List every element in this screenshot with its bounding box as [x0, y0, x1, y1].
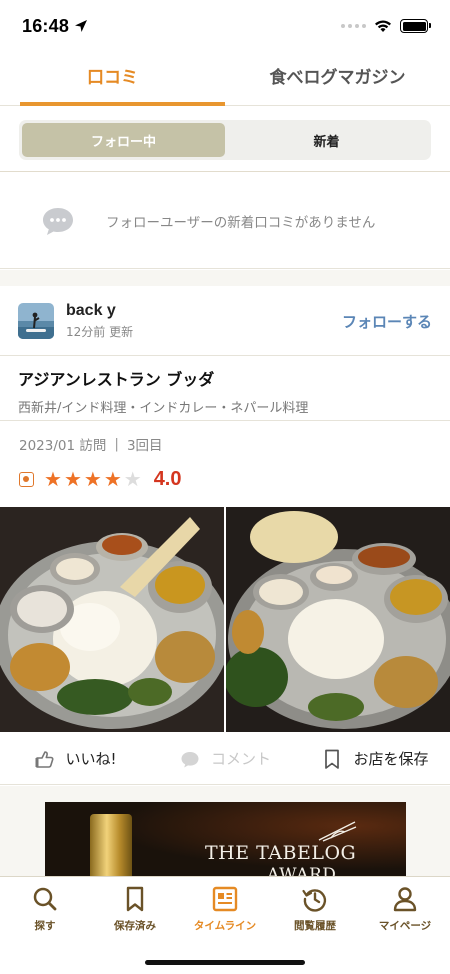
review-photos: [0, 507, 450, 732]
status-indicators: [341, 19, 431, 33]
ad-subtitle: AWARD: [267, 865, 337, 876]
segmented-control: フォロー中 新着: [19, 120, 431, 160]
like-label: いいね!: [65, 750, 117, 768]
post-actions: いいね! コメント お店を保存: [0, 733, 450, 785]
star-rating: ★ ★ ★ ★ ★: [44, 469, 144, 490]
history-icon: [302, 889, 327, 912]
visit-count: 3回目: [126, 438, 163, 454]
tab-magazine[interactable]: 食べログマガジン: [225, 52, 450, 105]
status-time: 16:48: [22, 15, 70, 36]
empty-follow-notice: フォローユーザーの新着口コミがありません: [0, 173, 450, 269]
follow-button[interactable]: フォローする: [342, 311, 432, 332]
signal-icon: [341, 24, 366, 28]
like-button[interactable]: いいね!: [0, 748, 150, 770]
nav-timeline[interactable]: タイムライン: [180, 877, 270, 941]
top-tabs: 口コミ 食べログマガジン: [0, 52, 450, 106]
nav-search[interactable]: 探す: [0, 877, 90, 941]
chopsticks-icon: [318, 821, 357, 842]
rating-score: 4.0: [153, 467, 182, 490]
user-name[interactable]: back y: [66, 302, 133, 320]
wifi-icon: [375, 20, 391, 32]
comment-button[interactable]: コメント: [150, 748, 300, 770]
like-icon: [35, 750, 54, 768]
status-bar: 16:48: [0, 0, 450, 52]
post-time: 12分前 更新: [66, 325, 134, 339]
user-info: back y 12分前 更新: [66, 302, 133, 340]
empty-message: フォローユーザーの新着口コミがありません: [106, 214, 376, 231]
nav-saved[interactable]: 保存済み: [90, 877, 180, 941]
star-filled-icon: ★: [44, 466, 62, 491]
bookmark-icon: [126, 886, 144, 912]
rating-category-icon: [19, 471, 34, 487]
home-indicator[interactable]: [145, 960, 305, 965]
person-icon: [393, 887, 417, 912]
star-filled-icon: ★: [63, 466, 82, 491]
rating-row: ★ ★ ★ ★ ★ 4.0: [19, 466, 182, 492]
ad-title: THE TABELOG: [205, 842, 357, 864]
nav-timeline-label: タイムライン: [193, 920, 257, 932]
save-label: お店を保存: [353, 750, 429, 768]
ad-section: THE TABELOG AWARD: [0, 786, 450, 876]
comment-icon: [181, 751, 199, 767]
restaurant-block[interactable]: アジアンレストラン ブッダ 西新井/インド料理・インドカレー・ネパール料理: [0, 355, 450, 421]
nav-history-label: 閲覧履歴: [294, 920, 336, 932]
timeline-icon: [212, 886, 238, 912]
award-banner[interactable]: THE TABELOG AWARD: [45, 802, 406, 876]
save-restaurant-button[interactable]: お店を保存: [300, 748, 450, 770]
star-filled-icon: ★: [103, 466, 122, 491]
search-icon: [33, 887, 57, 911]
battery-icon: [400, 19, 431, 33]
star-filled-icon: ★: [83, 466, 102, 491]
review-photo-1[interactable]: [0, 507, 224, 732]
section-divider: [0, 270, 450, 286]
restaurant-genre: 西新井/インド料理・インドカレー・ネパール料理: [18, 401, 309, 416]
review-photo-2[interactable]: [226, 507, 450, 732]
star-empty-icon: ★: [123, 466, 142, 491]
visit-separator: |: [114, 436, 119, 452]
bookmark-icon: [325, 749, 340, 769]
nav-saved-label: 保存済み: [114, 920, 156, 932]
nav-search-label: 探す: [34, 920, 56, 932]
segment-new[interactable]: 新着: [225, 123, 428, 157]
post-user-row: back y 12分前 更新 フォローする: [0, 287, 450, 355]
nav-mypage[interactable]: マイページ: [360, 877, 450, 941]
segment-area: フォロー中 新着: [0, 107, 450, 172]
chat-bubble-icon: [43, 207, 73, 235]
avatar[interactable]: [18, 303, 54, 339]
award-trophy: [90, 814, 132, 876]
visit-date: 2023/01 訪問: [19, 438, 107, 454]
bottom-nav: 探す 保存済み タイムライン 閲覧履歴 マイページ: [0, 876, 450, 974]
comment-label: コメント: [210, 750, 271, 768]
nav-mypage-label: マイページ: [378, 920, 432, 932]
tab-reviews[interactable]: 口コミ: [0, 52, 225, 106]
nav-history[interactable]: 閲覧履歴: [270, 877, 360, 941]
location-arrow-icon: [75, 20, 88, 32]
segment-following[interactable]: フォロー中: [22, 123, 225, 157]
restaurant-name[interactable]: アジアンレストラン ブッダ: [18, 366, 432, 390]
visit-info: 2023/01 訪問 | 3回目: [19, 434, 163, 454]
